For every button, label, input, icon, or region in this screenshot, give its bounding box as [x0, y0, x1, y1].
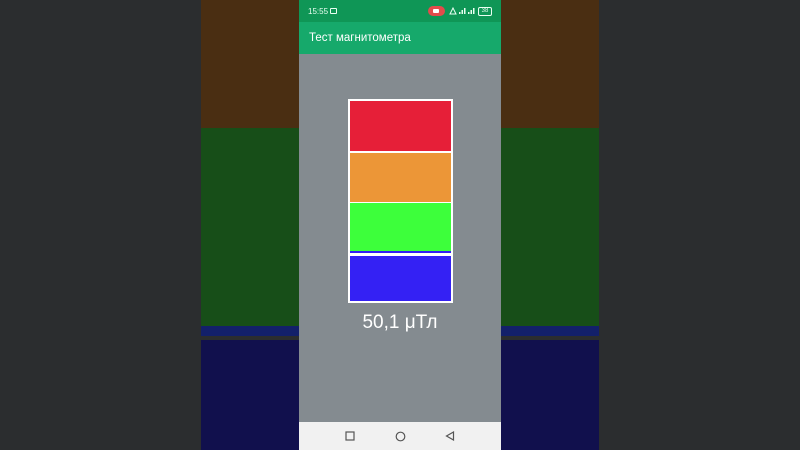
camera-icon [330, 8, 337, 14]
bg-edge-right [599, 0, 605, 450]
app-bar: Тест магнитометра [299, 22, 501, 54]
meter-segment-red [350, 101, 451, 151]
signal-wifi-icon [449, 6, 475, 15]
meter-segment-orange [350, 153, 451, 202]
screen-record-icon [428, 6, 445, 16]
bg-edge-left [195, 0, 201, 450]
battery-icon: 38 [478, 7, 492, 16]
square-icon[interactable] [344, 430, 356, 442]
magnetometer-meter [348, 99, 453, 303]
meter-segment-green [350, 203, 451, 251]
triangle-back-icon[interactable] [444, 430, 456, 442]
network-icons [449, 6, 475, 17]
circle-icon[interactable] [394, 430, 406, 442]
phone-screen: 15:55 38 Тест магнитометра 50,1 μТл [299, 0, 501, 450]
status-bar: 15:55 38 [299, 0, 501, 22]
status-time: 15:55 [308, 7, 329, 16]
navigation-bar [299, 422, 501, 450]
field-reading: 50,1 μТл [362, 312, 438, 333]
meter-segment-blue [350, 256, 451, 301]
app-title: Тест магнитометра [309, 32, 411, 44]
